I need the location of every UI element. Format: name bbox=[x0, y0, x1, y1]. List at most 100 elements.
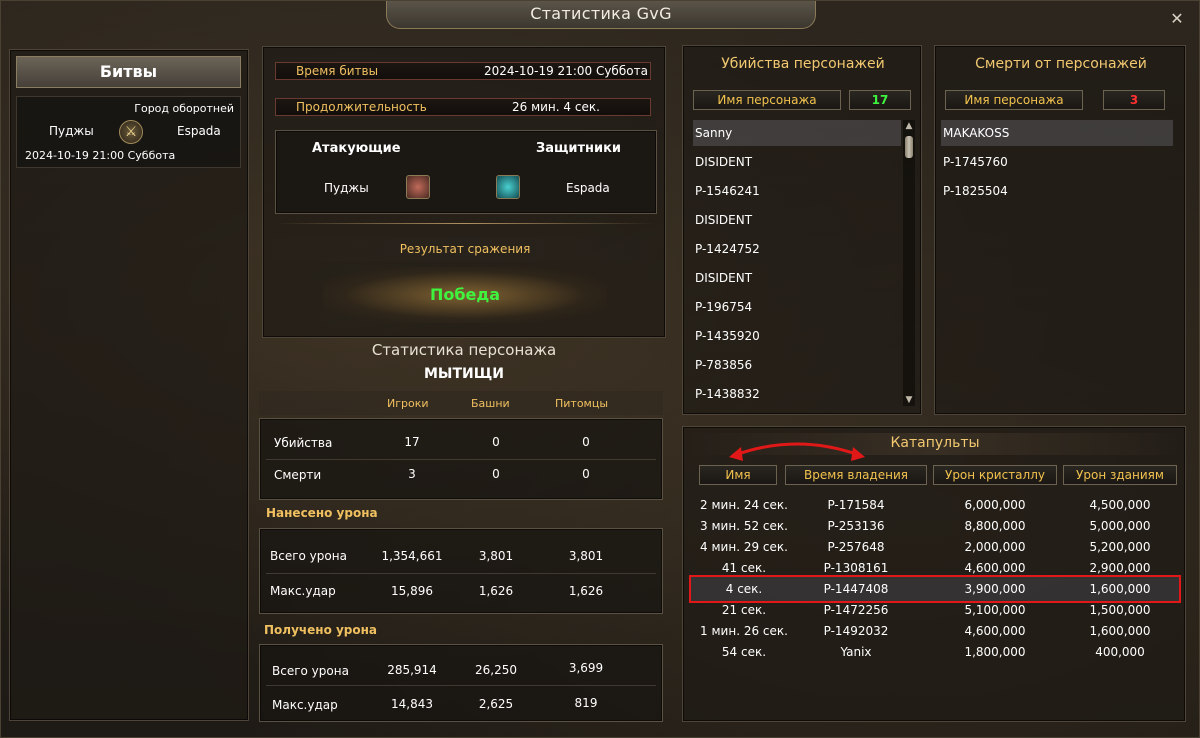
kills-panel: Убийства персонажей Имя персонажа 17 San… bbox=[682, 45, 922, 415]
catapult-cell: P-1447408 bbox=[823, 582, 889, 596]
scroll-down-icon[interactable]: ▼ bbox=[903, 394, 915, 406]
kills-list-item[interactable]: P-1435920 bbox=[693, 323, 901, 349]
cat-col-name[interactable]: Имя bbox=[699, 465, 777, 485]
catapult-cell: P-171584 bbox=[827, 498, 885, 512]
battle-time-label: Время битвы bbox=[296, 64, 379, 78]
result-value: Победа bbox=[429, 285, 501, 304]
col-pets: Питомцы bbox=[555, 397, 609, 410]
crossed-swords-icon: ⚔ bbox=[119, 120, 143, 144]
catapult-cell: 54 сек. bbox=[721, 645, 767, 659]
deaths-col-name: Имя персонажа bbox=[945, 90, 1083, 110]
arrow-curve bbox=[734, 442, 860, 457]
catapult-cell: 1,800,000 bbox=[964, 645, 1026, 659]
taken-total-towers: 26,250 bbox=[475, 663, 517, 677]
window-titlebar: Статистика GvG bbox=[386, 1, 816, 29]
scroll-up-icon[interactable]: ▲ bbox=[903, 120, 915, 132]
catapult-cell: 41 сек. bbox=[721, 561, 767, 575]
attacker-name: Пуджы bbox=[324, 181, 369, 195]
gvg-stats-window: Статистика GvG ✕ Битвы Город оборотней П… bbox=[0, 0, 1200, 738]
catapult-cell: 5,200,000 bbox=[1089, 540, 1151, 554]
kills-list-item[interactable]: P-1546241 bbox=[693, 178, 901, 204]
sides-box: Атакующие Защитники Пуджы Espada bbox=[275, 130, 657, 214]
cat-col-buildings[interactable]: Урон зданиям bbox=[1063, 465, 1177, 485]
defenders-label: Защитники bbox=[536, 141, 622, 156]
kills-list-item[interactable]: DISIDENT bbox=[693, 265, 901, 291]
catapult-cell: 3 мин. 52 сек. bbox=[700, 519, 788, 533]
red-double-arrow-icon bbox=[729, 442, 865, 461]
defender-guild-icon bbox=[496, 175, 520, 199]
catapult-cell: 4,600,000 bbox=[964, 561, 1026, 575]
kills-col-name: Имя персонажа bbox=[693, 90, 841, 110]
catapult-cell: 2 мин. 24 сек. bbox=[700, 498, 788, 512]
kills-scrollbar[interactable]: ▲ ▼ bbox=[903, 120, 915, 406]
dealt-max-players: 15,896 bbox=[391, 584, 433, 598]
taken-max-players: 14,843 bbox=[391, 697, 433, 711]
catapult-cell: Yanix bbox=[840, 645, 872, 659]
kills-list-item[interactable]: P-783856 bbox=[693, 352, 901, 378]
catapult-cell: 1,600,000 bbox=[1089, 582, 1151, 596]
dealt-total-pets: 3,801 bbox=[568, 549, 604, 563]
cat-col-time[interactable]: Время владения bbox=[785, 465, 927, 485]
taken-max-label: Макс.удар bbox=[272, 698, 338, 712]
catapult-cell: 1,600,000 bbox=[1089, 624, 1151, 638]
stat-label-kills: Убийства bbox=[274, 436, 333, 450]
battle-list-item[interactable]: Город оборотней Пуджы ⚔ Espada 2024-10-1… bbox=[16, 96, 241, 168]
dealt-max-towers: 1,626 bbox=[478, 584, 514, 598]
catapult-cell: 2,000,000 bbox=[964, 540, 1026, 554]
catapults-panel: Катапульты Имя Время владения Урон крист… bbox=[682, 426, 1186, 722]
catapult-cell: 4 сек. bbox=[725, 582, 763, 596]
kills-list-item[interactable]: P-196754 bbox=[693, 294, 901, 320]
close-icon[interactable]: ✕ bbox=[1169, 11, 1185, 27]
scroll-thumb[interactable] bbox=[905, 136, 913, 158]
dealt-max-label: Макс.удар bbox=[270, 584, 336, 598]
damage-taken-box: Всего урона 285,914 26,250 3,699 Макс.уд… bbox=[259, 644, 663, 722]
window-title: Статистика GvG bbox=[530, 4, 672, 23]
defender-name: Espada bbox=[566, 181, 610, 195]
deaths-list-item[interactable]: MAKAKOSS bbox=[941, 120, 1173, 146]
arrow-head-right bbox=[851, 447, 865, 461]
duration-label: Продолжительность bbox=[296, 100, 427, 114]
dealt-max-pets: 1,626 bbox=[568, 584, 604, 598]
taken-total-players: 285,914 bbox=[387, 663, 437, 677]
kills-list-item[interactable]: DISIDENT bbox=[693, 207, 901, 233]
result-label-bar: Результат сражения bbox=[273, 237, 657, 261]
row-divider bbox=[266, 459, 656, 460]
kills-list-item[interactable]: P-1438832 bbox=[693, 381, 901, 407]
kills-players: 17 bbox=[404, 435, 420, 449]
catapult-cell: 8,800,000 bbox=[964, 519, 1026, 533]
deaths-panel: Смерти от персонажей Имя персонажа 3 MAK… bbox=[934, 45, 1186, 415]
battle-time-row: Время битвы 2024-10-19 21:00 Суббота bbox=[275, 62, 651, 80]
catapult-cell: 4,500,000 bbox=[1089, 498, 1151, 512]
catapult-cell: 1,500,000 bbox=[1089, 603, 1151, 617]
catapult-cell: 3,900,000 bbox=[964, 582, 1026, 596]
divider bbox=[275, 223, 655, 224]
catapult-cell: 1 мин. 26 сек. bbox=[700, 624, 788, 638]
dealt-total-towers: 3,801 bbox=[478, 549, 514, 563]
col-players: Игроки bbox=[387, 397, 429, 410]
kills-deaths-box: Убийства 17 0 0 Смерти 3 0 0 bbox=[259, 418, 663, 500]
deaths-list-item[interactable]: P-1825504 bbox=[941, 178, 1173, 204]
duration-value: 26 мин. 4 сек. bbox=[512, 100, 600, 114]
attacker-guild-icon bbox=[406, 175, 430, 199]
kills-pets: 0 bbox=[582, 435, 590, 449]
kills-count: 17 bbox=[849, 90, 911, 110]
result-label: Результат сражения bbox=[399, 242, 531, 256]
catapult-cell: 4,600,000 bbox=[964, 624, 1026, 638]
kills-list-item[interactable]: P-1424752 bbox=[693, 236, 901, 262]
battle-defender: Espada bbox=[177, 124, 221, 138]
taken-max-towers: 2,625 bbox=[478, 697, 514, 711]
deaths-list-item[interactable]: P-1745760 bbox=[941, 149, 1173, 175]
cat-col-crystal[interactable]: Урон кристаллу bbox=[933, 465, 1057, 485]
kills-list-item[interactable]: DISIDENT bbox=[693, 149, 901, 175]
stat-label-deaths: Смерти bbox=[274, 468, 322, 482]
kills-list-item[interactable]: Sanny bbox=[693, 120, 901, 146]
catapult-cell: 5,100,000 bbox=[964, 603, 1026, 617]
battle-attacker: Пуджы bbox=[49, 124, 94, 138]
row-divider bbox=[266, 685, 656, 686]
catapult-cell: P-257648 bbox=[827, 540, 885, 554]
damage-dealt-box: Всего урона 1,354,661 3,801 3,801 Макс.у… bbox=[259, 528, 663, 614]
deaths-pets: 0 bbox=[582, 467, 590, 481]
deaths-count: 3 bbox=[1103, 90, 1165, 110]
row-divider bbox=[266, 573, 656, 574]
battle-info-panel: Время битвы 2024-10-19 21:00 Суббота Про… bbox=[262, 46, 666, 338]
